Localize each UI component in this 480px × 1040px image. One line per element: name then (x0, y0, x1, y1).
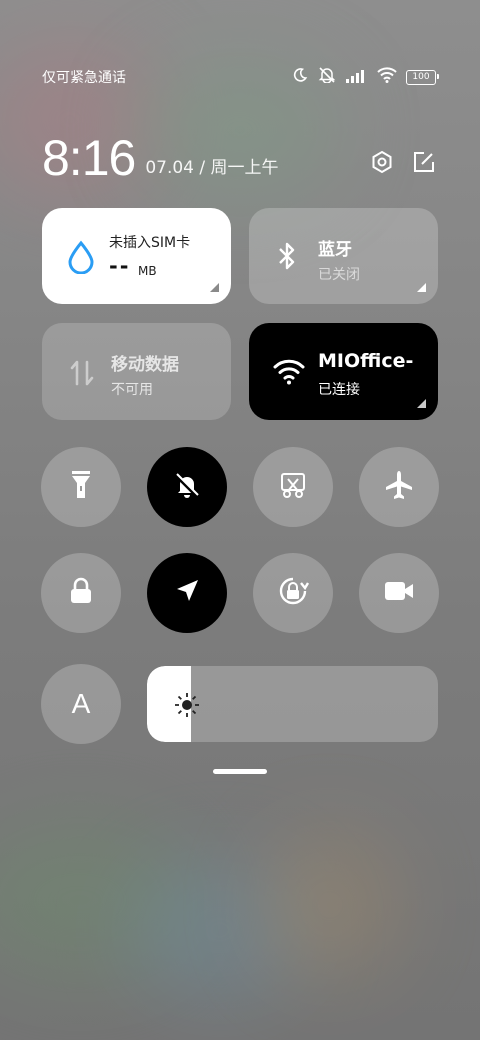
silent-mode-toggle[interactable] (147, 447, 227, 527)
auto-brightness-label: A (71, 688, 91, 719)
bluetooth-status: 已关闭 (318, 267, 360, 283)
brightness-slider[interactable] (147, 666, 438, 742)
clock-row: 8:16 07.04 / 周一上午 (42, 124, 436, 184)
carrier-text: 仅可紧急通话 (42, 70, 126, 86)
tile-expand-corner (210, 283, 219, 292)
panel-drag-handle[interactable] (213, 769, 267, 774)
tile-expand-corner (417, 399, 426, 408)
water-drop-icon (66, 240, 96, 278)
sim-status-title: 未插入SIM卡 (109, 235, 191, 251)
tile-expand-corner (417, 283, 426, 292)
scissors-icon (278, 470, 308, 504)
sun-icon (174, 692, 200, 722)
wifi-status: 已连接 (318, 382, 360, 398)
airplane-mode-toggle[interactable] (359, 447, 439, 527)
flashlight-icon (70, 470, 92, 504)
data-arrows-icon (69, 358, 95, 392)
data-usage-value: -- (109, 254, 131, 278)
lock-screen-toggle[interactable] (41, 553, 121, 633)
video-camera-icon (384, 579, 414, 607)
bluetooth-title: 蓝牙 (318, 240, 352, 260)
clock-time[interactable]: 8:16 (42, 132, 136, 184)
screenshot-toggle[interactable] (253, 447, 333, 527)
wifi-icon (377, 67, 397, 87)
battery-icon: 100 (406, 69, 439, 85)
location-arrow-icon (173, 577, 201, 609)
battery-level: 100 (412, 72, 430, 82)
signal-icon (346, 68, 368, 87)
wifi-network-name: MIOffice- (318, 350, 414, 372)
vibrate-off-icon (317, 67, 337, 87)
rotate-lock-icon (276, 574, 310, 612)
status-bar: 仅可紧急通话 100 (42, 66, 439, 88)
edit-icon[interactable] (412, 150, 436, 178)
auto-rotate-toggle[interactable] (253, 553, 333, 633)
bluetooth-icon (276, 240, 298, 276)
mobile-data-title: 移动数据 (111, 355, 179, 375)
mobile-data-tile[interactable]: 移动数据 不可用 (42, 323, 231, 420)
clock-date[interactable]: 07.04 / 周一上午 (145, 153, 278, 178)
lock-icon (68, 577, 94, 609)
moon-icon (292, 67, 308, 87)
screen-record-toggle[interactable] (359, 553, 439, 633)
bluetooth-tile[interactable]: 蓝牙 已关闭 (249, 208, 438, 304)
wifi-icon (273, 358, 305, 390)
data-usage-tile[interactable]: 未插入SIM卡 -- MB (42, 208, 231, 304)
wifi-tile[interactable]: MIOffice- 已连接 (249, 323, 438, 420)
airplane-icon (383, 469, 415, 505)
data-usage-unit: MB (138, 264, 157, 278)
flashlight-toggle[interactable] (41, 447, 121, 527)
mobile-data-status: 不可用 (111, 382, 153, 398)
bell-off-icon (172, 470, 202, 504)
settings-icon[interactable] (370, 150, 394, 178)
location-toggle[interactable] (147, 553, 227, 633)
auto-brightness-toggle[interactable]: A (41, 664, 121, 744)
